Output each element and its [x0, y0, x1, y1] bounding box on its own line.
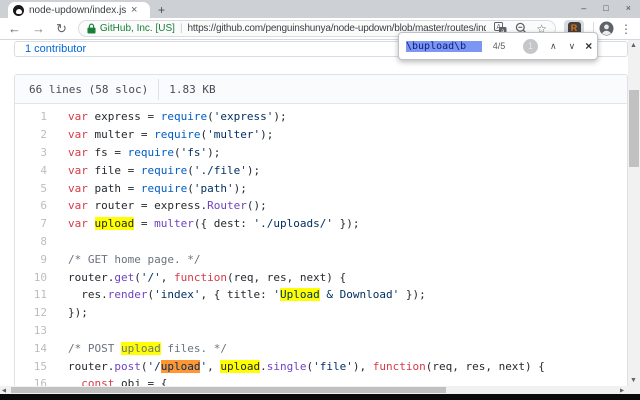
taskbar-edge	[0, 394, 640, 400]
scroll-left-icon[interactable]: ▲	[1, 387, 8, 394]
window-close-button[interactable]: ×	[626, 3, 631, 13]
restore-button[interactable]: □	[603, 3, 608, 13]
minimize-button[interactable]: –	[581, 3, 586, 13]
vertical-scrollbar[interactable]: ▲ ▼	[628, 40, 640, 386]
code-line: 11 res.render('index', { title: 'Upload …	[15, 286, 627, 304]
back-icon[interactable]: ←	[8, 22, 21, 35]
code-line: 6 var router = express.Router();	[15, 197, 627, 215]
line-number[interactable]: 6	[15, 199, 55, 212]
line-number[interactable]: 7	[15, 217, 55, 230]
menu-dots-icon[interactable]: ⋮	[620, 22, 632, 36]
find-next-icon[interactable]: ∨	[569, 41, 576, 51]
code-text: var path = require('path');	[68, 181, 247, 195]
code-text: res.render('index', { title: 'Upload & D…	[68, 288, 426, 302]
line-number[interactable]: 11	[15, 288, 55, 301]
browser-tab[interactable]: node-updown/index.js at master ×	[8, 2, 150, 18]
horizontal-scrollbar-thumb[interactable]	[11, 387, 446, 393]
code-text: var upload = multer({ dest: './uploads/'…	[68, 217, 360, 231]
scrollbar-corner	[628, 386, 640, 394]
chip-divider: |	[179, 23, 183, 34]
code-line: 15 router.post('/upload', upload.single('…	[15, 357, 627, 375]
scroll-down-icon[interactable]: ▼	[630, 377, 637, 384]
code-line: 12});	[15, 304, 627, 322]
github-favicon-icon	[13, 4, 24, 16]
line-number[interactable]: 4	[15, 164, 55, 177]
find-match: upload	[220, 359, 261, 373]
find-match-count: 4/5	[492, 41, 506, 51]
code-text: var file = require('./file');	[68, 163, 261, 177]
find-close-icon[interactable]: ×	[585, 40, 592, 52]
find-query-input[interactable]: \bupload\b	[406, 40, 482, 52]
file-box: 66 lines (58 sloc) 1.83 KB 1 var express …	[14, 74, 628, 400]
security-chip[interactable]: GitHub, Inc. [US]	[100, 23, 175, 34]
code-line: 5 var path = require('path');	[15, 179, 627, 197]
profile-avatar-icon[interactable]	[599, 21, 614, 36]
line-number[interactable]: 15	[15, 360, 55, 373]
code-text: var router = express.Router();	[68, 199, 267, 213]
line-number[interactable]: 8	[15, 235, 55, 248]
reload-icon[interactable]: ↻	[56, 22, 67, 35]
file-header-divider	[158, 78, 160, 100]
vertical-scrollbar-thumb[interactable]	[629, 90, 639, 167]
code-line: 1 var express = require('express');	[15, 108, 627, 126]
file-size: 1.83 KB	[169, 82, 216, 96]
find-match: upload	[120, 341, 161, 355]
contributors-link[interactable]: 1 contributor	[25, 43, 86, 55]
horizontal-scrollbar[interactable]: ▲ ▲	[0, 386, 628, 394]
code-line: 4 var file = require('./file');	[15, 161, 627, 179]
line-number[interactable]: 2	[15, 128, 55, 141]
line-number[interactable]: 1	[15, 110, 55, 123]
code-text: var multer = require('multer');	[68, 128, 274, 142]
new-tab-button[interactable]: +	[158, 3, 165, 17]
code-line: 13	[15, 322, 627, 340]
code-line: 9 /* GET home page. */	[15, 250, 627, 268]
line-number[interactable]: 3	[15, 146, 55, 159]
find-bar-popup: \bupload\b 4/5 1 ∧ ∨ ×	[398, 32, 598, 60]
github-page: 1 contributor 66 lines (58 sloc) 1.83 KB…	[0, 41, 640, 400]
code-text: var express = require('express');	[68, 110, 287, 124]
code-text: router.get('/', function(req, res, next)…	[68, 270, 347, 284]
line-number[interactable]: 13	[15, 324, 55, 337]
forward-icon[interactable]: →	[32, 22, 45, 35]
line-number[interactable]: 10	[15, 271, 55, 284]
line-number[interactable]: 14	[15, 342, 55, 355]
find-match: upload	[94, 217, 135, 231]
tab-title: node-updown/index.js at master	[29, 4, 129, 16]
code-lines: 1 var express = require('express'); 2 var m…	[15, 104, 627, 393]
find-previous-icon[interactable]: ∧	[550, 41, 557, 51]
window-controls: – □ ×	[581, 0, 636, 16]
code-line: 14 /* POST upload files. */	[15, 339, 627, 357]
code-text: router.post('/upload', upload.single('fi…	[68, 359, 545, 373]
browser-window: node-updown/index.js at master × + – □ ×…	[0, 0, 640, 400]
scroll-right-icon[interactable]: ▲	[618, 387, 625, 394]
code-text: /* POST upload files. */	[68, 341, 227, 355]
code-text: /* GET home page. */	[68, 252, 201, 266]
file-lines-info: 66 lines (58 sloc)	[29, 82, 149, 96]
find-match: Upload	[279, 288, 320, 302]
code-line: 3 var fs = require('fs');	[15, 144, 627, 162]
find-active-match: upload	[160, 359, 201, 373]
line-number[interactable]: 9	[15, 253, 55, 266]
code-line: 10 router.get('/', function(req, res, nex…	[15, 268, 627, 286]
line-number[interactable]: 5	[15, 182, 55, 195]
tab-strip: node-updown/index.js at master × + – □ ×	[0, 0, 640, 18]
code-line: 8	[15, 233, 627, 251]
tab-close-icon[interactable]: ×	[131, 4, 137, 16]
code-text: var fs = require('fs');	[68, 145, 221, 159]
line-number[interactable]: 12	[15, 306, 55, 319]
lock-icon	[87, 23, 96, 34]
scroll-up-icon[interactable]: ▲	[630, 42, 637, 49]
code-line: 7 var upload = multer({ dest: './uploads/…	[15, 215, 627, 233]
code-text: });	[68, 306, 88, 320]
code-line: 2 var multer = require('multer');	[15, 126, 627, 144]
find-badge-button[interactable]: 1	[523, 38, 538, 54]
file-header: 66 lines (58 sloc) 1.83 KB	[15, 75, 627, 104]
